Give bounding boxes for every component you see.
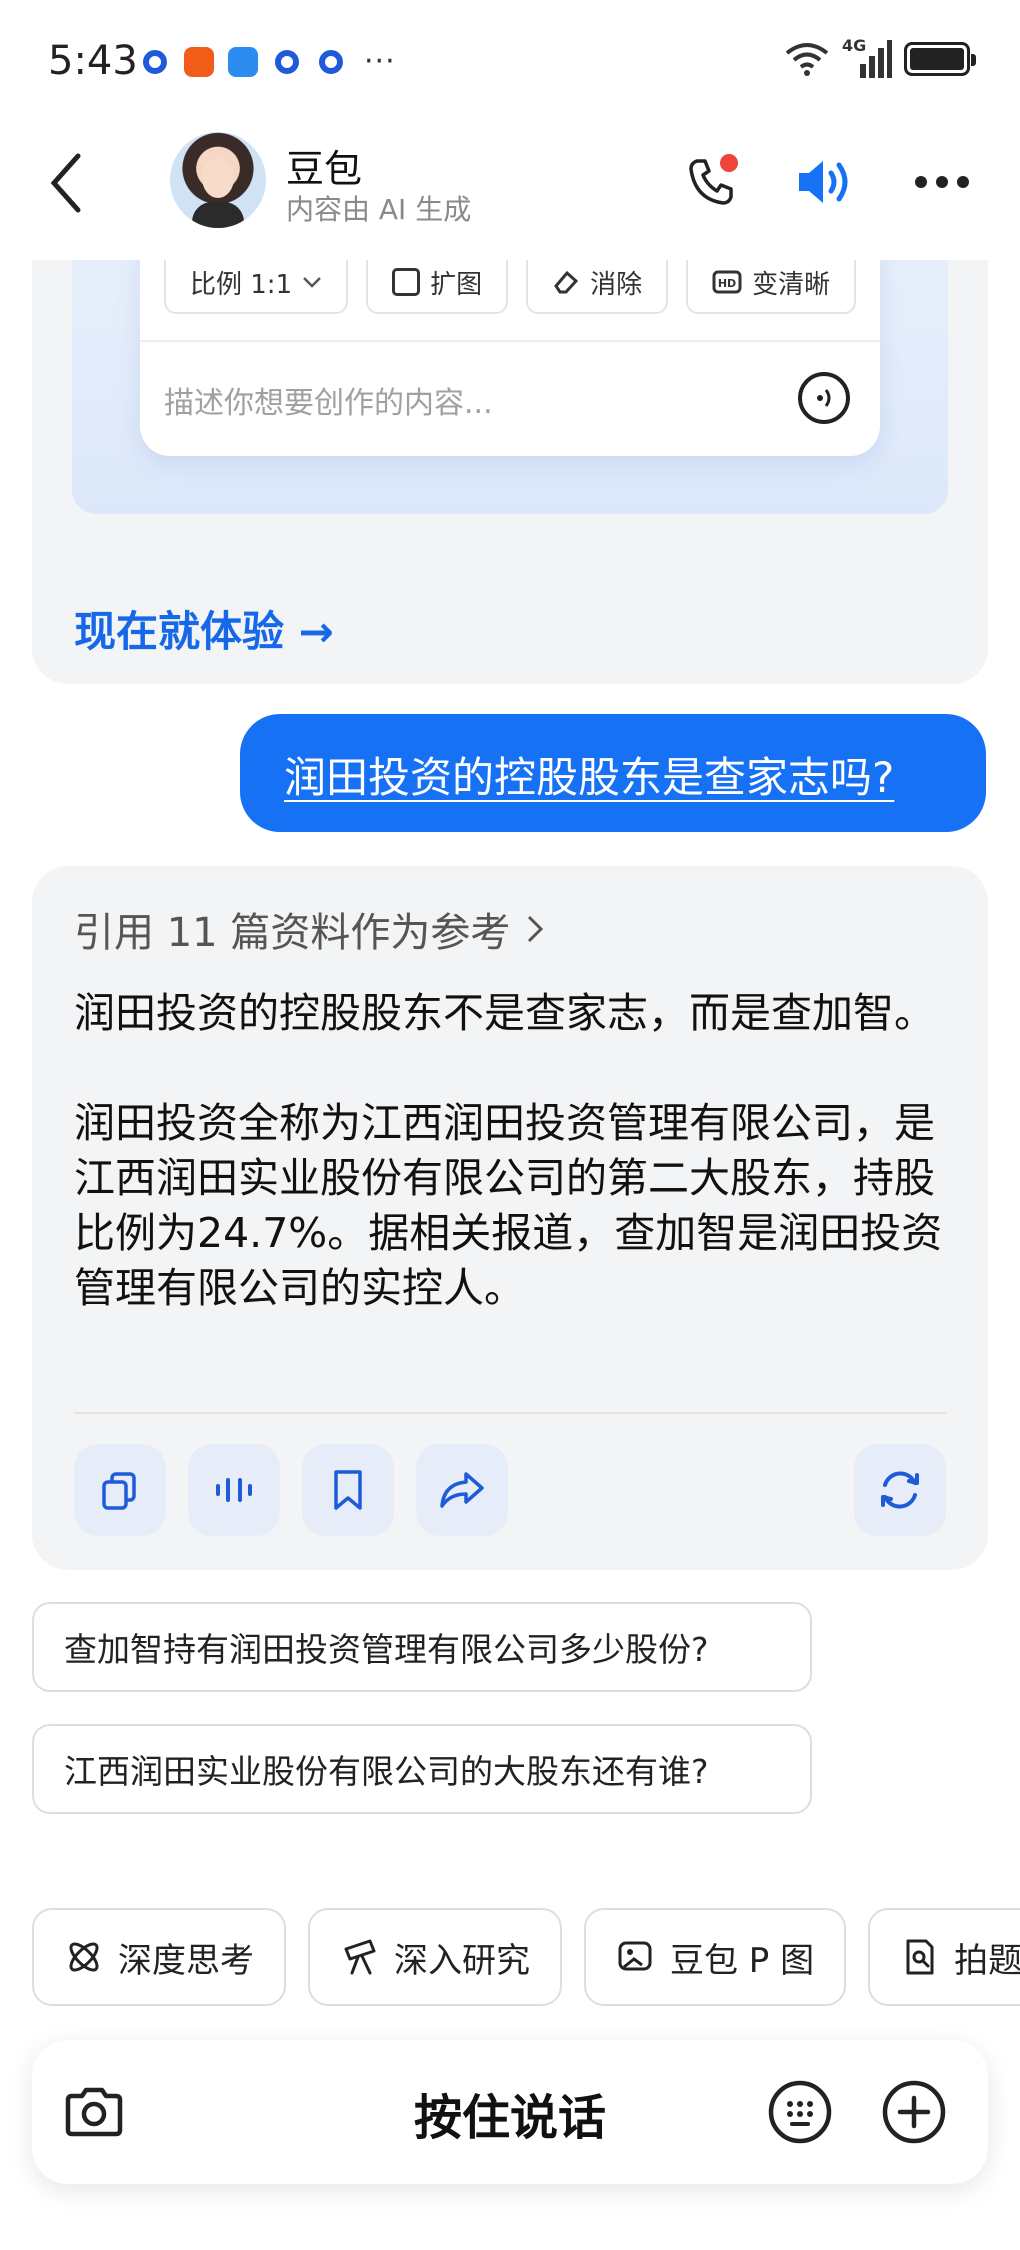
- chevron-right-icon: [528, 915, 544, 943]
- notification-icons: ···: [140, 44, 396, 79]
- enhance-chip-label: 变清晰: [752, 269, 831, 300]
- expand-chip-label: 扩图: [430, 269, 483, 300]
- promo-card: 比例 1:1 扩图 消除 HD 变清晰 描述你想要创作的内容... 现在就体验 …: [32, 200, 988, 684]
- back-arrow-icon[interactable]: [44, 148, 88, 218]
- share-icon: [440, 1472, 484, 1508]
- status-bar: 5:43 ··· 4G: [0, 0, 1020, 120]
- erase-chip-label: 消除: [590, 269, 643, 300]
- keyboard-icon: [768, 2080, 832, 2144]
- bookmark-icon: [334, 1470, 362, 1510]
- copy-icon: [102, 1472, 136, 1510]
- notification-ring-icon: [272, 47, 302, 77]
- atom-icon: [69, 1942, 99, 1972]
- speaker-button[interactable]: [794, 150, 858, 214]
- prompt-placeholder[interactable]: 描述你想要创作的内容...: [164, 378, 493, 422]
- missed-call-dot: [720, 154, 738, 172]
- network-type: 4G: [842, 36, 867, 55]
- copy-button[interactable]: [74, 1444, 166, 1536]
- tool-label: 深入研究: [394, 1940, 530, 1981]
- refresh-icon: [881, 1471, 919, 1509]
- read-aloud-button[interactable]: [188, 1444, 280, 1536]
- suggested-question[interactable]: 江西润田实业股份有限公司的大股东还有谁?: [32, 1724, 812, 1814]
- deep-research-button[interactable]: 深入研究: [308, 1908, 562, 2006]
- tool-label: 深度思考: [118, 1940, 254, 1981]
- wifi-icon: [785, 43, 829, 76]
- bot-avatar[interactable]: [170, 132, 266, 228]
- tool-label: 豆包 P 图: [670, 1940, 815, 1981]
- system-status: 4G: [784, 36, 976, 78]
- deep-thinking-button[interactable]: 深度思考: [32, 1908, 286, 2006]
- chevron-down-icon: [303, 277, 321, 288]
- more-icon: [915, 176, 969, 188]
- tool-label: 拍题: [954, 1940, 1020, 1981]
- hd-icon: HD: [712, 270, 742, 294]
- photo-question-button[interactable]: 拍题: [868, 1908, 1020, 2006]
- eraser-icon: [554, 270, 579, 294]
- battery-icon: [904, 42, 976, 76]
- waveform-icon: [216, 1478, 252, 1502]
- references-link[interactable]: 引用 11 篇资料作为参考: [74, 900, 544, 958]
- phone-call-button[interactable]: [680, 150, 744, 214]
- plus-circle-icon: [882, 2080, 946, 2144]
- answer-text: 润田投资的控股股东不是查家志，而是查加智。 润田投资全称为江西润田投资管理有限公…: [74, 986, 954, 1371]
- suggested-question[interactable]: 查加智持有润田投资管理有限公司多少股份?: [32, 1602, 812, 1692]
- share-button[interactable]: [416, 1444, 508, 1536]
- divider: [140, 340, 880, 342]
- chat-screen: 5:43 ··· 4G 比例 1:1 扩图 消除 HD 变清晰 描述你想要创作的…: [0, 0, 1020, 2250]
- speaker-icon: [799, 161, 848, 203]
- document-search-icon: [906, 1939, 934, 1975]
- hold-to-talk-button[interactable]: 按住说话: [32, 2078, 988, 2148]
- status-time: 5:43: [48, 38, 138, 84]
- ratio-chip-label: 比例 1:1: [190, 269, 293, 300]
- more-options-button[interactable]: [910, 150, 974, 214]
- answer-paragraph: 润田投资全称为江西润田投资管理有限公司，是江西润田实业股份有限公司的第二大股东，…: [74, 1099, 943, 1312]
- cellular-signal-icon: 4G: [842, 36, 892, 78]
- input-bar: 按住说话: [32, 2040, 988, 2184]
- bot-answer-card: 引用 11 篇资料作为参考 润田投资的控股股东不是查家志，而是查加智。 润田投资…: [32, 866, 988, 1570]
- regenerate-button[interactable]: [854, 1444, 946, 1536]
- image-edit-icon: [618, 1941, 652, 1971]
- notification-ring-icon: [140, 47, 170, 77]
- user-message-bubble[interactable]: 润田投资的控股股东是查家志吗?: [240, 714, 986, 832]
- answer-paragraph: 润田投资的控股股东不是查家志，而是查加智。: [74, 989, 935, 1037]
- user-message-text: 润田投资的控股股东是查家志吗?: [284, 753, 895, 802]
- try-now-link[interactable]: 现在就体验 →: [74, 598, 334, 659]
- weather-notification-icon: [228, 46, 258, 77]
- divider: [74, 1412, 946, 1414]
- chat-header: 豆包 内容由 AI 生成: [0, 120, 1020, 260]
- telescope-icon: [344, 1939, 376, 1975]
- more-notifications-indicator: ···: [364, 44, 396, 79]
- app-notification-icon: [184, 46, 214, 77]
- svg-text:HD: HD: [718, 277, 736, 290]
- add-button[interactable]: [876, 2074, 952, 2150]
- notification-ring-icon: [316, 47, 346, 77]
- references-label: 引用 11 篇资料作为参考: [74, 910, 511, 956]
- tool-shortcuts: 深度思考 深入研究 豆包 P 图 拍题: [32, 1908, 1020, 2006]
- voice-input-icon[interactable]: [798, 372, 850, 424]
- ai-generated-note: 内容由 AI 生成: [286, 193, 472, 226]
- keyboard-button[interactable]: [762, 2074, 838, 2150]
- bot-name: 豆包: [286, 147, 363, 191]
- bookmark-button[interactable]: [302, 1444, 394, 1536]
- image-edit-button[interactable]: 豆包 P 图: [584, 1908, 847, 2006]
- expand-icon: [392, 268, 421, 296]
